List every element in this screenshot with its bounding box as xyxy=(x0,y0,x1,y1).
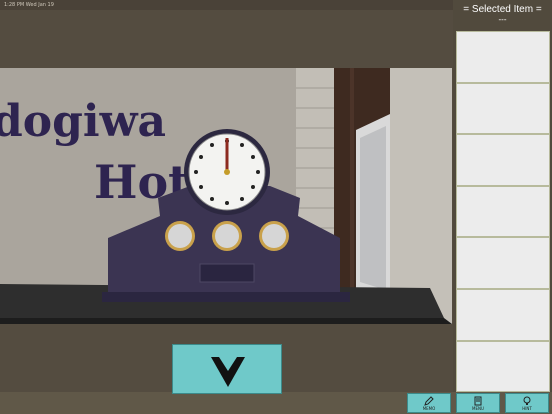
status-time: 1:28 PM Wed Jan 19 xyxy=(4,2,54,8)
sign-line1: dogiwa xyxy=(0,96,166,147)
inventory-slots xyxy=(456,31,550,393)
hint-label: HINT xyxy=(522,406,532,411)
dial-3 xyxy=(259,221,289,251)
down-arrow-icon xyxy=(211,357,245,387)
game-scene[interactable]: dogiwa Hot xyxy=(0,68,452,324)
hint-button[interactable]: HINT xyxy=(505,393,549,413)
inventory-slot[interactable] xyxy=(456,82,550,135)
scene-graphic: dogiwa Hot xyxy=(0,68,452,324)
memo-button[interactable]: MEMO xyxy=(407,393,451,413)
dial-2 xyxy=(212,221,242,251)
selected-item-value: --- xyxy=(498,15,507,24)
inventory-panel: = Selected Item = --- xyxy=(453,0,552,393)
menu-label: MENU xyxy=(472,406,484,411)
inventory-slot[interactable] xyxy=(456,340,550,393)
inventory-slot[interactable] xyxy=(456,134,550,186)
memo-label: MEMO xyxy=(422,406,436,411)
inventory-slot[interactable] xyxy=(456,185,550,238)
inventory-slot[interactable] xyxy=(456,288,550,341)
dial-1 xyxy=(165,221,195,251)
inventory-slot[interactable] xyxy=(456,237,550,289)
menu-button[interactable]: MENU xyxy=(456,393,500,413)
inventory-slot[interactable] xyxy=(456,31,550,83)
nav-down-button[interactable] xyxy=(172,344,282,394)
